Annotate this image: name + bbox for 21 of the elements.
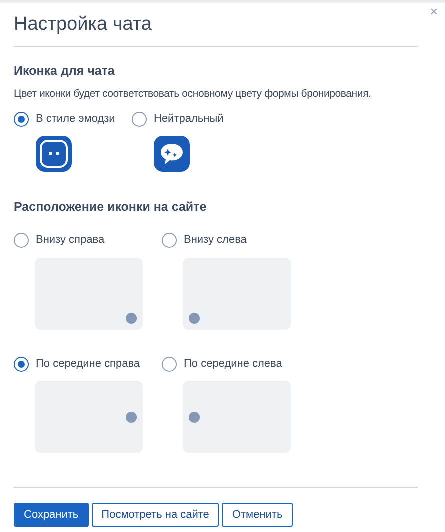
radio-option[interactable]: Нейтральный	[132, 111, 224, 128]
radio-button[interactable]	[162, 356, 177, 372]
description-text: Цвет иконки будет соответствовать основному цвету формы бронирования.	[14, 87, 372, 102]
radio-option[interactable]: Внизу слева	[162, 232, 312, 249]
radio-button[interactable]	[14, 112, 29, 127]
radio-option[interactable]: По середине справа	[14, 356, 162, 372]
radio-option[interactable]: В стиле эмодзи	[14, 111, 132, 128]
radio-button[interactable]	[14, 233, 29, 248]
action-button[interactable]: Сохранить	[14, 503, 89, 528]
action-button[interactable]: Посмотреть на сайте	[92, 503, 220, 528]
radio-option[interactable]: По середине слева	[162, 356, 312, 372]
radio-option[interactable]: Внизу справа	[14, 232, 162, 249]
action-button[interactable]: Отменить	[222, 503, 293, 528]
radio-button[interactable]	[132, 112, 147, 127]
radio-button[interactable]	[14, 356, 29, 372]
radio-button[interactable]	[162, 233, 177, 248]
chat-bubble-icon	[154, 136, 190, 172]
section-heading: Иконка для чата	[14, 62, 116, 80]
robot-face-icon	[36, 136, 72, 172]
section-heading: Расположение иконки на сайте	[14, 198, 208, 216]
dialog-title: Настройка чата	[14, 13, 153, 37]
